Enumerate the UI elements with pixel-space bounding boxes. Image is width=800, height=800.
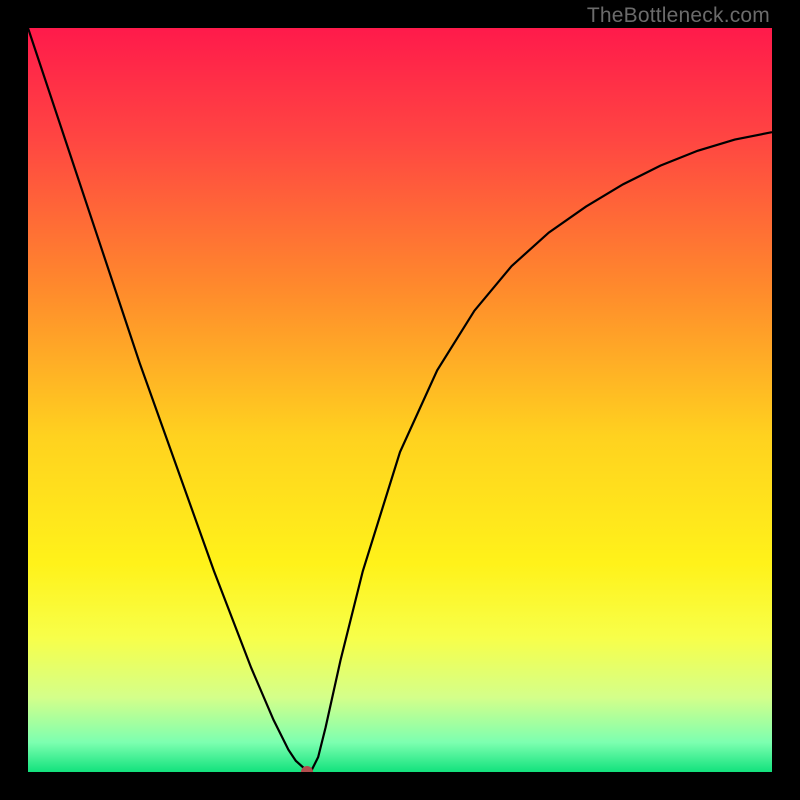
bottleneck-chart <box>28 28 772 772</box>
chart-background <box>28 28 772 772</box>
chart-frame <box>28 28 772 772</box>
watermark-text: TheBottleneck.com <box>587 4 770 28</box>
